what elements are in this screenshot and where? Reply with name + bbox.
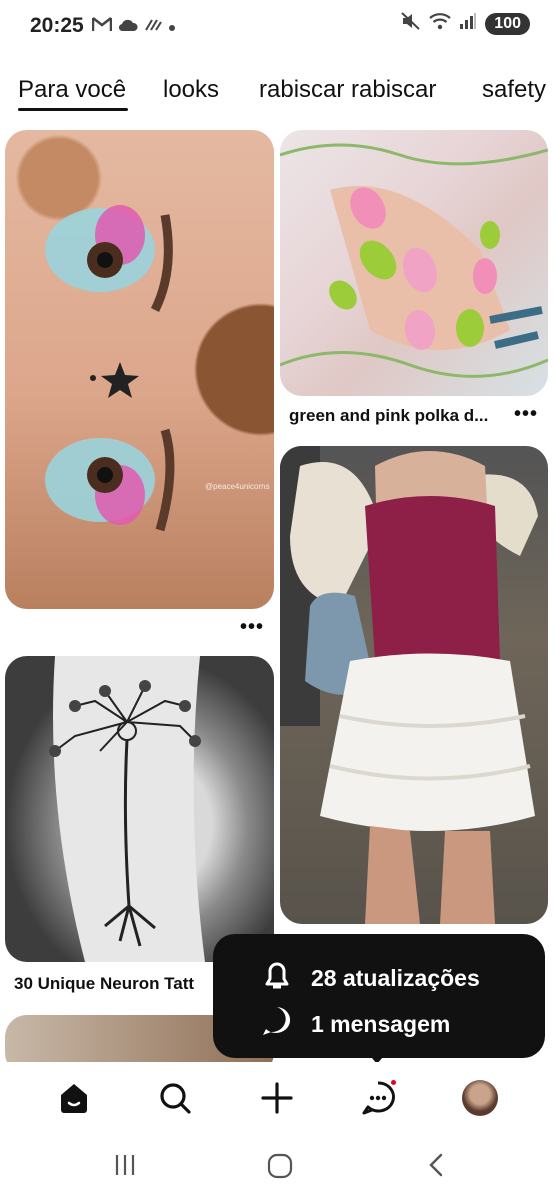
signal-icon (459, 12, 477, 35)
pin-2-title[interactable]: green and pink polka d... (289, 406, 504, 426)
back-icon[interactable] (424, 1152, 448, 1183)
status-time: 20:25 (30, 14, 84, 37)
wifi-icon (429, 12, 452, 35)
bell-icon (259, 958, 295, 998)
pin-outfit-image[interactable] (280, 446, 548, 924)
pin-makeup-image[interactable]: @peace4unicorns (5, 130, 274, 609)
pin-watermark: @peace4unicorns (205, 482, 270, 491)
bottom-navigation (0, 1062, 554, 1136)
active-tab-indicator (18, 108, 128, 111)
recent-apps-icon[interactable] (112, 1152, 138, 1183)
notification-badge-dot (389, 1078, 398, 1087)
pin-tattoo-image[interactable] (5, 656, 274, 962)
home-icon[interactable] (52, 1076, 96, 1120)
tab-para-voce[interactable]: Para você (18, 76, 126, 104)
chat-bubble-icon (259, 1004, 295, 1044)
status-bar: 20:25 100 (0, 0, 554, 52)
mute-icon (401, 12, 421, 35)
board-tabs: Para você looks rabiscar rabiscar safety (0, 70, 554, 114)
messages-icon[interactable] (356, 1076, 400, 1120)
dot-icon (168, 17, 176, 37)
updates-count: 28 atualizações (311, 964, 480, 991)
tab-safety[interactable]: safety (482, 76, 546, 104)
system-navigation-bar (0, 1136, 554, 1200)
pin-nails-image[interactable] (280, 130, 548, 396)
tab-looks[interactable]: looks (163, 76, 219, 104)
pin-1-more-options-icon[interactable]: ••• (240, 616, 264, 639)
tab-rabiscar[interactable]: rabiscar rabiscar (259, 76, 436, 104)
search-icon[interactable] (153, 1076, 197, 1120)
game-icon (144, 17, 162, 37)
gmail-icon (91, 16, 113, 37)
cloud-icon (118, 17, 138, 37)
messages-count: 1 mensagem (311, 1010, 451, 1037)
pin-2-more-options-icon[interactable]: ••• (514, 403, 538, 426)
avatar (462, 1080, 498, 1116)
create-icon[interactable] (255, 1076, 299, 1120)
notification-popup[interactable]: 28 atualizações 1 mensagem (213, 934, 545, 1058)
home-button-icon[interactable] (266, 1152, 294, 1185)
profile-avatar[interactable] (458, 1076, 502, 1120)
pin-4-title[interactable]: 30 Unique Neuron Tatt (14, 974, 214, 994)
battery-indicator: 100 (485, 12, 530, 35)
